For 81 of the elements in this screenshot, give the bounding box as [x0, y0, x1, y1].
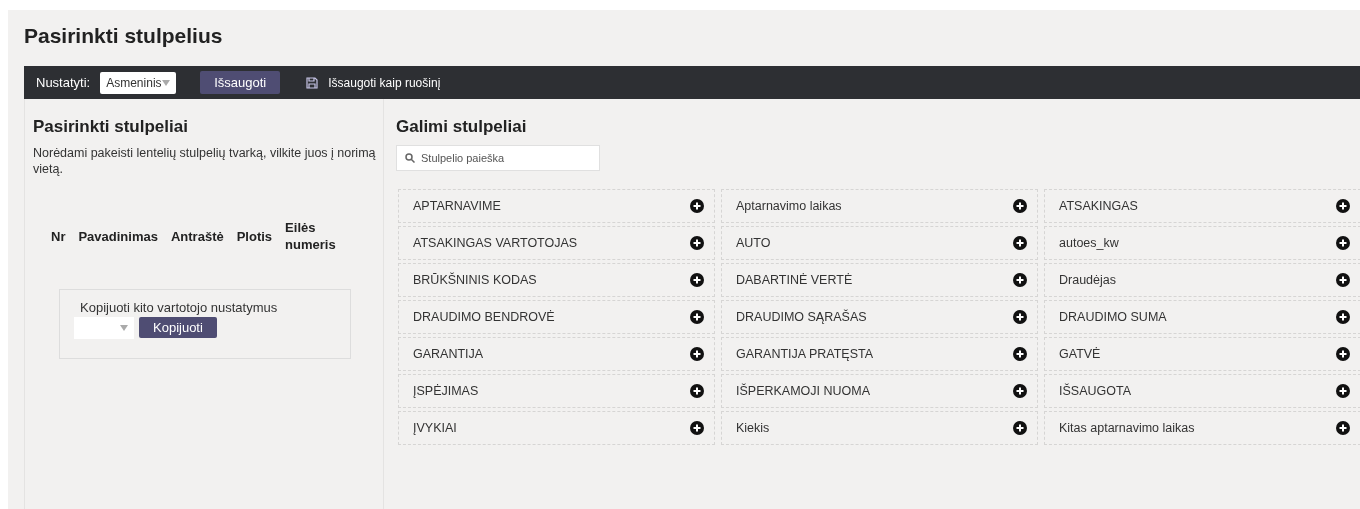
- column-header: Plotis: [236, 227, 273, 245]
- add-icon[interactable]: [690, 273, 704, 287]
- column-item[interactable]: DRAUDIMO BENDROVĖ: [398, 300, 715, 334]
- add-icon[interactable]: [1336, 236, 1350, 250]
- column-name: ATSAKINGAS VARTOTOJAS: [413, 236, 578, 250]
- column-item[interactable]: AUTO: [721, 226, 1038, 260]
- hint-text: Norėdami pakeisti lentelių stulpelių tvarką, vilkite juos į norimą vietą.: [33, 145, 377, 177]
- column-item[interactable]: ĮVYKIAI: [398, 411, 715, 445]
- add-icon[interactable]: [690, 236, 704, 250]
- preset-select[interactable]: Asmeninis: [100, 71, 177, 94]
- column-name: autoes_kw: [1059, 236, 1119, 250]
- column-name: ĮSPĖJIMAS: [413, 384, 479, 398]
- column-item[interactable]: IŠSAUGOTA: [1044, 374, 1360, 408]
- column-item[interactable]: BRŪKŠNINIS KODAS: [398, 263, 715, 297]
- add-icon[interactable]: [1336, 384, 1350, 398]
- column-header: Nr: [51, 227, 66, 245]
- column-item[interactable]: Kitas aptarnavimo laikas: [1044, 411, 1360, 445]
- column-name: DRAUDIMO BENDROVĖ: [413, 310, 555, 324]
- add-icon[interactable]: [1013, 384, 1027, 398]
- column-name: Kiekis: [736, 421, 770, 435]
- add-icon[interactable]: [1336, 310, 1350, 324]
- column-item[interactable]: GARANTIJA: [398, 337, 715, 371]
- column-item[interactable]: autoes_kw: [1044, 226, 1360, 260]
- add-icon[interactable]: [690, 347, 704, 361]
- preset-label: Nustatyti:: [36, 75, 91, 90]
- column-name: BRŪKŠNINIS KODAS: [413, 273, 537, 287]
- add-icon[interactable]: [1336, 199, 1350, 213]
- column-name: GARANTIJA: [413, 347, 484, 361]
- add-icon[interactable]: [1013, 236, 1027, 250]
- column-name: ATSAKINGAS: [1059, 199, 1138, 213]
- caret-icon: [120, 325, 128, 331]
- add-icon[interactable]: [690, 384, 704, 398]
- column-item[interactable]: ĮSPĖJIMAS: [398, 374, 715, 408]
- column-name: IŠPERKAMOJI NUOMA: [736, 384, 871, 398]
- panel-heading: Galimi stulpeliai: [396, 117, 528, 137]
- add-icon[interactable]: [1013, 273, 1027, 287]
- search-field[interactable]: Stulpelio paieška: [396, 145, 600, 171]
- column-name: GATVĖ: [1059, 347, 1101, 361]
- column-item[interactable]: ATSAKINGAS: [1044, 189, 1360, 223]
- column-name: ĮVYKIAI: [413, 421, 457, 435]
- search-icon: [405, 153, 415, 163]
- add-icon[interactable]: [1336, 347, 1350, 361]
- add-icon[interactable]: [1013, 310, 1027, 324]
- column-name: Kitas aptarnavimo laikas: [1059, 421, 1195, 435]
- column-item[interactable]: Aptarnavimo laikas: [721, 189, 1038, 223]
- column-header: Antraštė: [170, 227, 224, 245]
- add-icon[interactable]: [690, 199, 704, 213]
- column-item[interactable]: GARANTIJA PRATĘSTA: [721, 337, 1038, 371]
- add-icon[interactable]: [690, 310, 704, 324]
- column-item[interactable]: DRAUDIMO SUMA: [1044, 300, 1360, 334]
- add-icon[interactable]: [1013, 199, 1027, 213]
- save-as-template-link[interactable]: Išsaugoti kaip ruošinį: [306, 75, 441, 90]
- column-name: GARANTIJA PRATĘSTA: [736, 347, 874, 361]
- column-name: IŠSAUGOTA: [1059, 384, 1131, 398]
- add-icon[interactable]: [690, 421, 704, 435]
- save-button[interactable]: Išsaugoti: [200, 71, 281, 94]
- add-icon[interactable]: [1013, 347, 1027, 361]
- copy-button[interactable]: Kopijuoti: [139, 317, 217, 338]
- column-item[interactable]: APTARNAVIME: [398, 189, 715, 223]
- column-item[interactable]: Kiekis: [721, 411, 1038, 445]
- add-icon[interactable]: [1336, 273, 1350, 287]
- column-item[interactable]: IŠPERKAMOJI NUOMA: [721, 374, 1038, 408]
- copy-settings-label: Kopijuoti kito vartotojo nustatymus: [79, 300, 279, 315]
- add-icon[interactable]: [1013, 421, 1027, 435]
- column-name: APTARNAVIME: [413, 199, 501, 213]
- column-header: Pavadinimas: [78, 227, 158, 245]
- column-name: AUTO: [736, 236, 771, 250]
- column-name: Draudėjas: [1059, 273, 1116, 287]
- column-item[interactable]: GATVĖ: [1044, 337, 1360, 371]
- column-name: Aptarnavimo laikas: [736, 199, 842, 213]
- column-name: DRAUDIMO SUMA: [1059, 310, 1167, 324]
- panel-heading: Pasirinkti stulpeliai: [33, 117, 189, 137]
- column-item[interactable]: Draudėjas: [1044, 263, 1360, 297]
- column-item[interactable]: DRAUDIMO SĄRAŠAS: [721, 300, 1038, 334]
- add-icon[interactable]: [1336, 421, 1350, 435]
- column-name: DABARTINĖ VERTĖ: [736, 273, 853, 287]
- column-item[interactable]: DABARTINĖ VERTĖ: [721, 263, 1038, 297]
- column-name: DRAUDIMO SĄRAŠAS: [736, 310, 867, 324]
- caret-icon: [162, 79, 171, 86]
- page-title: Pasirinkti stulpelius: [24, 23, 224, 49]
- column-item[interactable]: ATSAKINGAS VARTOTOJAS: [398, 226, 715, 260]
